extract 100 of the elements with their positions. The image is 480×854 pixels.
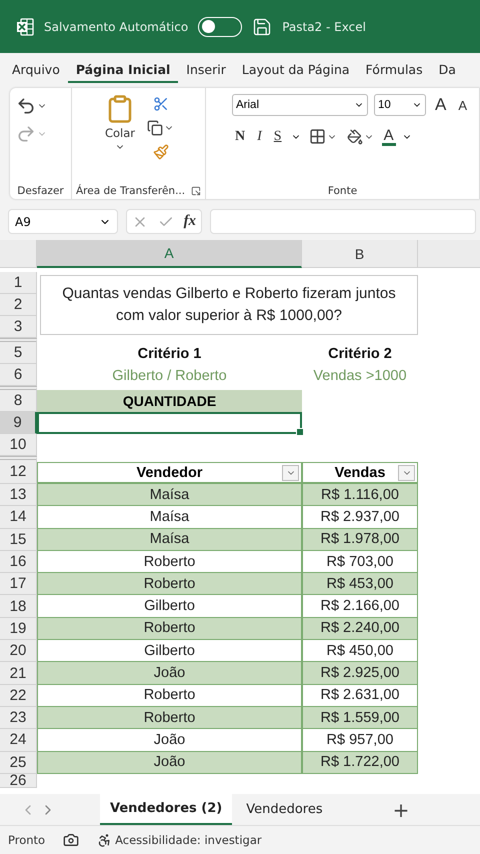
accessibility-icon <box>97 832 112 848</box>
table-cell: R$ 1.722,00 <box>302 752 418 774</box>
row-header[interactable]: 6 <box>0 364 37 386</box>
paste-button[interactable]: Colar <box>100 94 140 185</box>
table-cell: Maísa <box>37 528 302 551</box>
row-header[interactable]: 13 <box>0 484 37 506</box>
paintbrush-icon <box>152 144 169 160</box>
ribbon-tab[interactable]: Página Inicial <box>68 56 178 83</box>
table-cell: Roberto <box>37 706 302 730</box>
table-cell: R$ 957,00 <box>302 729 418 752</box>
column-header[interactable]: B <box>302 240 418 268</box>
table-cell: R$ 1.116,00 <box>302 484 418 506</box>
autosave-label: Salvamento Automático <box>44 20 188 34</box>
accessibility-button[interactable]: Acessibilidade: investigar <box>97 832 262 848</box>
scissors-icon <box>152 96 169 112</box>
font-name-select[interactable]: Arial <box>232 94 368 116</box>
table-cell: Roberto <box>37 684 302 707</box>
row-header[interactable]: 24 <box>0 729 37 752</box>
camera-icon[interactable] <box>63 832 80 848</box>
redo-icon <box>16 124 36 144</box>
excel-logo-icon <box>16 18 34 36</box>
row-header[interactable]: 21 <box>0 662 37 685</box>
quantity-header: QUANTIDADE <box>37 390 302 412</box>
row-header[interactable]: 17 <box>0 573 37 596</box>
row-header[interactable]: 8 <box>0 386 37 412</box>
underline-button[interactable]: S <box>270 128 285 144</box>
criterion-value: Gilberto / Roberto <box>111 367 228 386</box>
criterion-value: Vendas >1000 <box>312 367 408 386</box>
row-header[interactable]: 10 <box>0 434 37 456</box>
row-header[interactable]: 12 <box>0 456 37 484</box>
table-cell: Roberto <box>37 550 302 574</box>
ribbon-tab[interactable]: Da <box>430 56 464 83</box>
copy-icon <box>147 120 164 136</box>
paint-bucket-icon <box>346 128 363 144</box>
dialog-launcher-icon[interactable] <box>191 186 201 196</box>
active-cell[interactable] <box>37 412 302 434</box>
row-header[interactable]: 1 <box>0 272 37 294</box>
group-label: Área de Transferên... <box>76 185 186 197</box>
table-cell: Maísa <box>37 484 302 506</box>
question-text: Quantas vendas Gilberto e Roberto fizeram juntos com valor superior à R$ 1000,00? <box>40 275 418 335</box>
row-header[interactable]: 9 <box>0 412 37 434</box>
table-cell: Gilberto <box>37 595 302 618</box>
ribbon-tab[interactable]: Fórmulas <box>358 56 431 83</box>
column-title: Vendedor <box>136 464 203 480</box>
name-box[interactable]: A9 <box>8 209 118 234</box>
row-header[interactable]: 22 <box>0 684 37 707</box>
formula-input[interactable] <box>210 209 476 234</box>
insert-function-button[interactable]: fx <box>184 213 196 230</box>
italic-button[interactable]: I <box>254 128 265 144</box>
sheet-tab[interactable]: Vendedores <box>236 794 333 825</box>
grow-font-button[interactable]: A <box>432 95 450 115</box>
table-cell: R$ 453,00 <box>302 573 418 596</box>
criterion-title: Critério 2 <box>327 345 393 364</box>
table-cell: Roberto <box>37 618 302 640</box>
row-header[interactable]: 14 <box>0 506 37 529</box>
row-header[interactable]: 19 <box>0 618 37 640</box>
row-header[interactable]: 20 <box>0 640 37 662</box>
column-title: Vendas <box>334 464 386 480</box>
row-header[interactable]: 23 <box>0 706 37 730</box>
bold-button[interactable]: N <box>232 128 248 144</box>
shrink-font-button[interactable]: A <box>455 98 470 112</box>
table-cell: R$ 2.925,00 <box>302 662 418 685</box>
row-header[interactable]: 18 <box>0 595 37 618</box>
table-cell: R$ 1.559,00 <box>302 706 418 730</box>
font-color-button[interactable]: A <box>382 128 396 146</box>
table-cell: João <box>37 729 302 752</box>
borders-icon <box>308 128 326 145</box>
autosave-toggle[interactable] <box>198 16 242 36</box>
row-header[interactable]: 25 <box>0 752 37 774</box>
ribbon-tab[interactable]: Arquivo <box>4 56 68 83</box>
row-header[interactable]: 3 <box>0 316 37 338</box>
font-size-select[interactable]: 10 <box>374 94 426 116</box>
add-sheet-button[interactable]: + <box>386 796 416 822</box>
criterion-title: Critério 1 <box>136 345 202 364</box>
ribbon-tab[interactable]: Layout da Página <box>234 56 358 83</box>
group-label: Desfazer <box>17 185 64 197</box>
ribbon-tab[interactable]: Inserir <box>178 56 234 83</box>
table-cell: R$ 1.978,00 <box>302 528 418 551</box>
group-label: Fonte <box>328 185 358 197</box>
table-cell: R$ 2.631,00 <box>302 684 418 707</box>
table-cell: João <box>37 662 302 685</box>
table-cell: Gilberto <box>37 640 302 662</box>
table-cell: R$ 2.166,00 <box>302 595 418 618</box>
table-cell: R$ 703,00 <box>302 550 418 574</box>
save-icon[interactable] <box>252 16 272 36</box>
table-cell: Roberto <box>37 573 302 596</box>
row-header[interactable]: 15 <box>0 528 37 551</box>
column-header[interactable]: A <box>37 240 302 268</box>
table-cell: Maísa <box>37 506 302 529</box>
table-cell: R$ 2.240,00 <box>302 618 418 640</box>
status-text: Pronto <box>8 833 46 847</box>
row-header[interactable]: 26 <box>0 774 37 788</box>
table-cell: R$ 450,00 <box>302 640 418 662</box>
table-cell: João <box>37 752 302 774</box>
sheet-tab[interactable]: Vendedores (2) <box>100 794 232 825</box>
row-header[interactable]: 2 <box>0 294 37 316</box>
row-header[interactable]: 16 <box>0 550 37 574</box>
table-cell: R$ 2.937,00 <box>302 506 418 529</box>
row-header[interactable]: 5 <box>0 338 37 364</box>
undo-icon <box>16 96 36 116</box>
